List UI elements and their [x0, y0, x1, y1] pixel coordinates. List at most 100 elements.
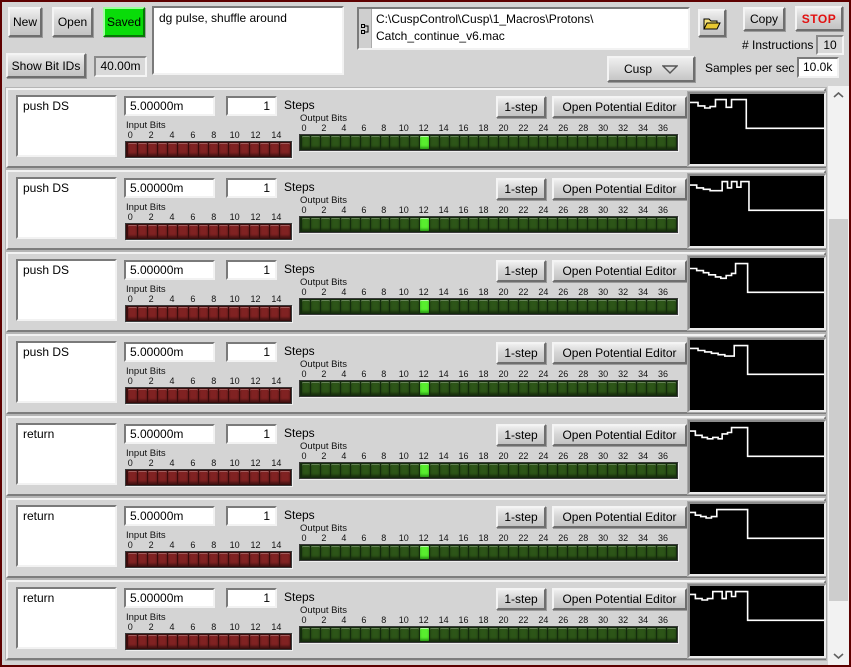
- browse-folder-button[interactable]: [698, 9, 726, 37]
- open-potential-editor-button[interactable]: Open Potential Editor: [552, 260, 687, 282]
- output-tick-label: 22: [518, 533, 529, 543]
- stop-button[interactable]: STOP: [795, 6, 843, 31]
- open-potential-editor-button[interactable]: Open Potential Editor: [552, 96, 687, 118]
- instruction-name-text: push DS: [23, 345, 70, 359]
- instruction-name-input[interactable]: push DS: [16, 259, 117, 321]
- output-led-32: [617, 218, 627, 231]
- output-led-11: [410, 628, 419, 641]
- output-led-20: [499, 464, 508, 477]
- open-potential-editor-button[interactable]: Open Potential Editor: [552, 178, 687, 200]
- output-led-5: [350, 218, 360, 231]
- steps-count-input[interactable]: 1: [226, 424, 277, 444]
- instruction-name-text: return: [23, 509, 55, 523]
- potential-waveform-display[interactable]: [688, 92, 826, 166]
- step-time-input[interactable]: 5.00000m: [124, 178, 215, 198]
- steps-count-input[interactable]: 1: [226, 506, 277, 526]
- output-led-28: [578, 300, 587, 313]
- show-bit-ids-button[interactable]: Show Bit IDs: [6, 53, 86, 78]
- instruction-name-input[interactable]: return: [16, 423, 117, 485]
- steps-count-input[interactable]: 1: [226, 342, 277, 362]
- vertical-scrollbar[interactable]: [828, 86, 849, 665]
- step-time-input[interactable]: 5.00000m: [124, 424, 215, 444]
- open-potential-editor-button[interactable]: Open Potential Editor: [552, 506, 687, 528]
- samples-per-sec-label: Samples per sec: [705, 61, 795, 75]
- output-led-11: [410, 464, 419, 477]
- output-led-23: [528, 136, 538, 149]
- instructions-label: # Instructions: [742, 38, 814, 52]
- copy-button[interactable]: Copy: [743, 7, 785, 31]
- instruction-name-input[interactable]: push DS: [16, 341, 117, 403]
- output-led-35: [647, 628, 656, 641]
- one-step-button[interactable]: 1-step: [496, 588, 546, 610]
- output-led-6: [360, 464, 370, 477]
- input-led-15: [280, 471, 290, 484]
- new-button[interactable]: New: [8, 7, 42, 37]
- steps-count-input[interactable]: 1: [226, 178, 277, 198]
- output-tick-label: 22: [518, 451, 529, 461]
- steps-count-input[interactable]: 1: [226, 588, 277, 608]
- one-step-button[interactable]: 1-step: [496, 96, 546, 118]
- step-time-input[interactable]: 5.00000m: [124, 260, 215, 280]
- instruction-name-input[interactable]: push DS: [16, 95, 117, 157]
- input-led-12: [249, 143, 259, 156]
- output-led-19: [489, 136, 498, 149]
- potential-waveform-display[interactable]: [688, 174, 826, 248]
- output-tick-label: 6: [361, 287, 367, 297]
- potential-waveform-display[interactable]: [688, 256, 826, 330]
- open-potential-editor-button[interactable]: Open Potential Editor: [552, 342, 687, 364]
- input-led-10: [229, 225, 239, 238]
- input-tick-label: 4: [169, 376, 175, 386]
- output-led-13: [429, 382, 439, 395]
- output-led-3: [331, 464, 340, 477]
- step-time-input[interactable]: 5.00000m: [124, 342, 215, 362]
- output-bits-led-array: [299, 380, 678, 397]
- scroll-down-button[interactable]: [828, 647, 849, 665]
- output-tick-label: 8: [381, 287, 387, 297]
- description-input[interactable]: dg pulse, shuffle around: [152, 6, 344, 75]
- output-tick-label: 14: [438, 451, 449, 461]
- steps-count-input[interactable]: 1: [226, 260, 277, 280]
- instruction-name-input[interactable]: push DS: [16, 177, 117, 239]
- scroll-up-button[interactable]: [828, 86, 849, 104]
- mode-dropdown-value: Cusp: [623, 62, 652, 76]
- samples-per-sec-input[interactable]: 10.0k: [797, 57, 839, 78]
- output-tick-label: 4: [341, 369, 347, 379]
- output-led-15: [449, 218, 459, 231]
- scrollbar-thumb[interactable]: [829, 219, 848, 601]
- output-tick-label: 24: [538, 123, 549, 133]
- potential-waveform-display[interactable]: [688, 420, 826, 494]
- instruction-name-input[interactable]: return: [16, 505, 117, 567]
- output-led-1: [311, 464, 321, 477]
- step-time-input[interactable]: 5.00000m: [124, 588, 215, 608]
- one-step-button[interactable]: 1-step: [496, 424, 546, 446]
- potential-waveform-display[interactable]: [688, 338, 826, 412]
- potential-waveform-display[interactable]: [688, 502, 826, 576]
- step-time-input[interactable]: 5.00000m: [124, 96, 215, 116]
- step-time-input[interactable]: 5.00000m: [124, 506, 215, 526]
- input-led-5: [178, 471, 188, 484]
- input-led-0: [127, 143, 137, 156]
- input-tick-label: 2: [148, 130, 154, 140]
- one-step-button[interactable]: 1-step: [496, 178, 546, 200]
- steps-count-input[interactable]: 1: [226, 96, 277, 116]
- potential-waveform-display[interactable]: [688, 584, 826, 658]
- input-tick-label: 8: [211, 458, 217, 468]
- open-potential-editor-button[interactable]: Open Potential Editor: [552, 424, 687, 446]
- output-led-33: [627, 382, 637, 395]
- macro-path-field[interactable]: C:\CuspControl\Cusp\1_Macros\Protons\ Ca…: [357, 7, 690, 50]
- input-led-12: [249, 225, 259, 238]
- input-bits-led-array: [125, 223, 292, 240]
- saved-indicator-button[interactable]: Saved: [103, 7, 145, 37]
- open-potential-editor-button[interactable]: Open Potential Editor: [552, 588, 687, 610]
- input-led-2: [147, 389, 158, 402]
- input-led-13: [259, 307, 270, 320]
- one-step-button[interactable]: 1-step: [496, 506, 546, 528]
- open-button[interactable]: Open: [52, 7, 93, 37]
- one-step-button[interactable]: 1-step: [496, 342, 546, 364]
- one-step-button[interactable]: 1-step: [496, 260, 546, 282]
- mode-dropdown[interactable]: Cusp: [607, 56, 695, 82]
- output-led-20: [499, 628, 508, 641]
- output-led-35: [647, 300, 656, 313]
- instruction-name-input[interactable]: return: [16, 587, 117, 649]
- output-tick-label: 16: [458, 533, 469, 543]
